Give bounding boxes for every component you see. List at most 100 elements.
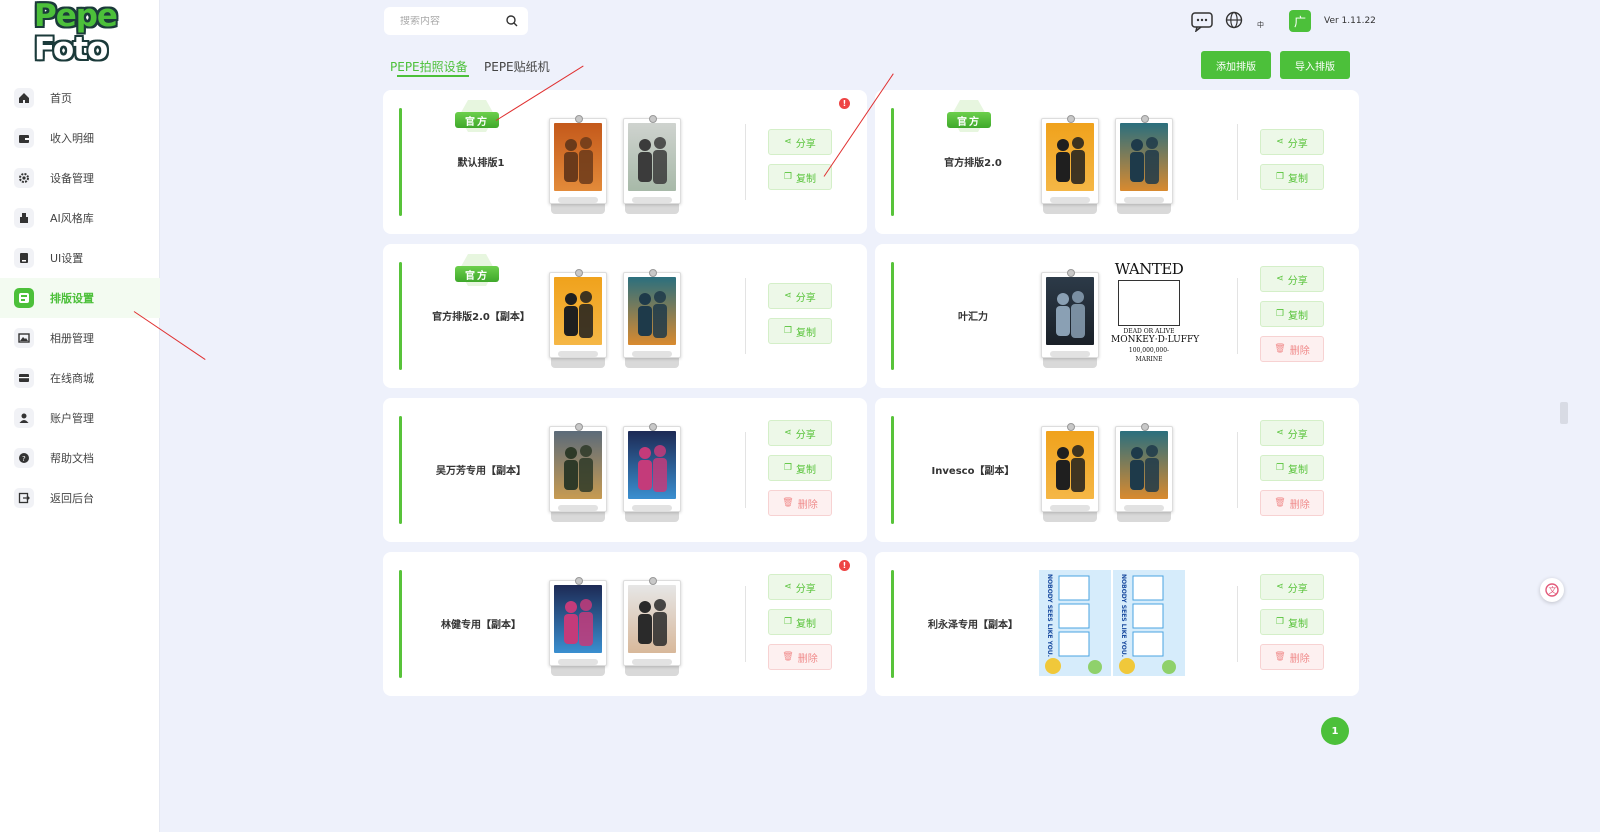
clip-icon bbox=[649, 423, 657, 431]
share-label: 分享 bbox=[1287, 429, 1308, 441]
copy-button[interactable]: ❐ 复制 bbox=[768, 609, 832, 635]
share-label: 分享 bbox=[795, 583, 816, 595]
alert-icon[interactable]: ! bbox=[839, 560, 850, 571]
ad-badge[interactable]: 广 bbox=[1289, 10, 1311, 32]
layout-card[interactable]: 官方 官方排版2.0 ⋖ 分享 ❐ 复制 bbox=[875, 90, 1359, 234]
sidebar-item-label: 账户管理 bbox=[50, 412, 94, 425]
layout-preview-image bbox=[1120, 431, 1168, 499]
delete-button[interactable]: 🗑 删除 bbox=[1260, 644, 1324, 670]
share-icon: ⋖ bbox=[1276, 428, 1284, 438]
message-icon[interactable] bbox=[1190, 10, 1214, 34]
del-label: 删除 bbox=[797, 653, 818, 665]
add-layout-button[interactable]: 添加排版 bbox=[1201, 51, 1271, 79]
copy-button[interactable]: ❐ 复制 bbox=[1260, 301, 1324, 327]
delete-button[interactable]: 🗑 删除 bbox=[1260, 336, 1324, 362]
clip-icon bbox=[649, 115, 657, 123]
photo-frame bbox=[549, 423, 607, 512]
layout-thumbnail-2 bbox=[1115, 423, 1173, 522]
photo-frame bbox=[1041, 115, 1099, 204]
share-button[interactable]: ⋖ 分享 bbox=[1260, 266, 1324, 292]
copy-button[interactable]: ❐ 复制 bbox=[1260, 164, 1324, 190]
layout-card[interactable]: 吴万芳专用【副本】 ⋖ 分享 ❐ 复制 🗑 删除 bbox=[383, 398, 867, 542]
share-button[interactable]: ⋖ 分享 bbox=[768, 283, 832, 309]
scrollbar-handle[interactable] bbox=[1560, 402, 1568, 424]
trash-icon: 🗑 bbox=[782, 652, 794, 662]
sidebar-item-ai-style[interactable]: AI风格库 bbox=[0, 198, 160, 238]
globe-icon[interactable] bbox=[1222, 8, 1246, 32]
sidebar-item-gear[interactable]: 设备管理 bbox=[0, 158, 160, 198]
layout-card[interactable]: 叶汇力 WANTED DEAD OR ALIVE MONKEY·D·LUFFY 100,… bbox=[875, 244, 1359, 388]
clip-icon bbox=[649, 577, 657, 585]
copy-button[interactable]: ❐ 复制 bbox=[1260, 455, 1324, 481]
sidebar-item-user[interactable]: 账户管理 bbox=[0, 398, 160, 438]
copy-label: 复制 bbox=[796, 173, 817, 185]
delete-button[interactable]: 🗑 删除 bbox=[1260, 490, 1324, 516]
copy-button[interactable]: ❐ 复制 bbox=[768, 318, 832, 344]
sidebar-item-exit[interactable]: 返回后台 bbox=[0, 478, 160, 518]
layout-card[interactable]: Invesco【副本】 ⋖ 分享 ❐ 复制 🗑 删除 bbox=[875, 398, 1359, 542]
share-button[interactable]: ⋖ 分享 bbox=[768, 420, 832, 446]
sidebar-item-album[interactable]: 相册管理 bbox=[0, 318, 160, 358]
tab-pepe-camera[interactable]: PEPE拍照设备 bbox=[390, 58, 468, 75]
layout-card[interactable]: 官方 官方排版2.0【副本】 ⋖ 分享 ❐ 复制 bbox=[383, 244, 867, 388]
alert-icon[interactable]: ! bbox=[839, 98, 850, 109]
photo-caption-tag bbox=[558, 505, 598, 511]
copy-button[interactable]: ❐ 复制 bbox=[1260, 609, 1324, 635]
sidebar-item-home[interactable]: 首页 bbox=[0, 78, 160, 118]
del-label: 删除 bbox=[797, 499, 818, 511]
album-icon bbox=[14, 328, 34, 348]
store-icon bbox=[14, 368, 34, 388]
sidebar-item-wallet[interactable]: 收入明细 bbox=[0, 118, 160, 158]
pagination-page-1[interactable]: 1 bbox=[1321, 717, 1349, 745]
share-button[interactable]: ⋖ 分享 bbox=[1260, 420, 1324, 446]
sidebar-item-label: 设备管理 bbox=[50, 172, 94, 185]
copy-label: 复制 bbox=[796, 327, 817, 339]
card-accent-bar bbox=[399, 262, 402, 370]
sidebar: Pepe Foto 首页 收入明细 设备管理 AI风格库 UI设置 排版设置 相册管理 在线商… bbox=[0, 0, 160, 832]
strip-text: NOBODY SEES LIKE YOU. bbox=[1120, 574, 1127, 657]
copy-button[interactable]: ❐ 复制 bbox=[768, 455, 832, 481]
clip-icon bbox=[1141, 423, 1149, 431]
layout-name: 官方排版2.0【副本】 bbox=[432, 312, 530, 323]
photo-caption-tag bbox=[1124, 197, 1164, 203]
clip-icon bbox=[575, 423, 583, 431]
layout-preview-image bbox=[1046, 431, 1094, 499]
active-tab-indicator bbox=[397, 75, 469, 77]
share-button[interactable]: ⋖ 分享 bbox=[1260, 129, 1324, 155]
sidebar-item-help[interactable]: ? 帮助文档 bbox=[0, 438, 160, 478]
card-divider bbox=[745, 124, 746, 200]
photo-caption-tag bbox=[1050, 505, 1090, 511]
sidebar-item-store[interactable]: 在线商城 bbox=[0, 358, 160, 398]
layout-card[interactable]: 利永泽专用【副本】 NOBODY SEES LIKE YOU. NOBODY SEE… bbox=[875, 552, 1359, 696]
delete-button[interactable]: 🗑 删除 bbox=[768, 644, 832, 670]
share-button[interactable]: ⋖ 分享 bbox=[768, 574, 832, 600]
gear-icon bbox=[14, 168, 34, 188]
share-icon: ⋖ bbox=[1276, 274, 1284, 284]
share-button[interactable]: ⋖ 分享 bbox=[768, 129, 832, 155]
trash-icon: 🗑 bbox=[1274, 498, 1286, 508]
sidebar-item-ui-settings[interactable]: UI设置 bbox=[0, 238, 160, 278]
card-accent-bar bbox=[399, 108, 402, 216]
layout-card[interactable]: 官方 默认排版1 ⋖ 分享 ❐ 复制! bbox=[383, 90, 867, 234]
copy-button[interactable]: ❐ 复制 bbox=[768, 164, 832, 190]
del-label: 删除 bbox=[1289, 499, 1310, 511]
strip-text: NOBODY SEES LIKE YOU. bbox=[1046, 574, 1053, 657]
layout-name: 利永泽专用【副本】 bbox=[928, 620, 1018, 631]
copy-label: 复制 bbox=[796, 464, 817, 476]
layout-thumbnail-1 bbox=[1041, 269, 1099, 368]
official-badge-icon: 官方 bbox=[455, 100, 499, 140]
translate-float-icon[interactable]: 文 bbox=[1540, 578, 1564, 602]
photo-frame bbox=[1115, 423, 1173, 512]
search-input[interactable] bbox=[400, 15, 500, 27]
pepefoto-logo[interactable]: Pepe Foto bbox=[34, 0, 126, 70]
delete-button[interactable]: 🗑 删除 bbox=[768, 490, 832, 516]
card-accent-bar bbox=[891, 262, 894, 370]
layout-card[interactable]: 林健专用【副本】 ⋖ 分享 ❐ 复制 🗑 删除! bbox=[383, 552, 867, 696]
share-button[interactable]: ⋖ 分享 bbox=[1260, 574, 1324, 600]
language-label[interactable]: 中 bbox=[1257, 20, 1264, 30]
search-icon[interactable] bbox=[504, 13, 520, 29]
photo-caption-tag bbox=[558, 659, 598, 665]
card-divider bbox=[745, 432, 746, 508]
tab-pepe-sticker[interactable]: PEPE贴纸机 bbox=[484, 58, 550, 75]
import-layout-button[interactable]: 导入排版 bbox=[1280, 51, 1350, 79]
